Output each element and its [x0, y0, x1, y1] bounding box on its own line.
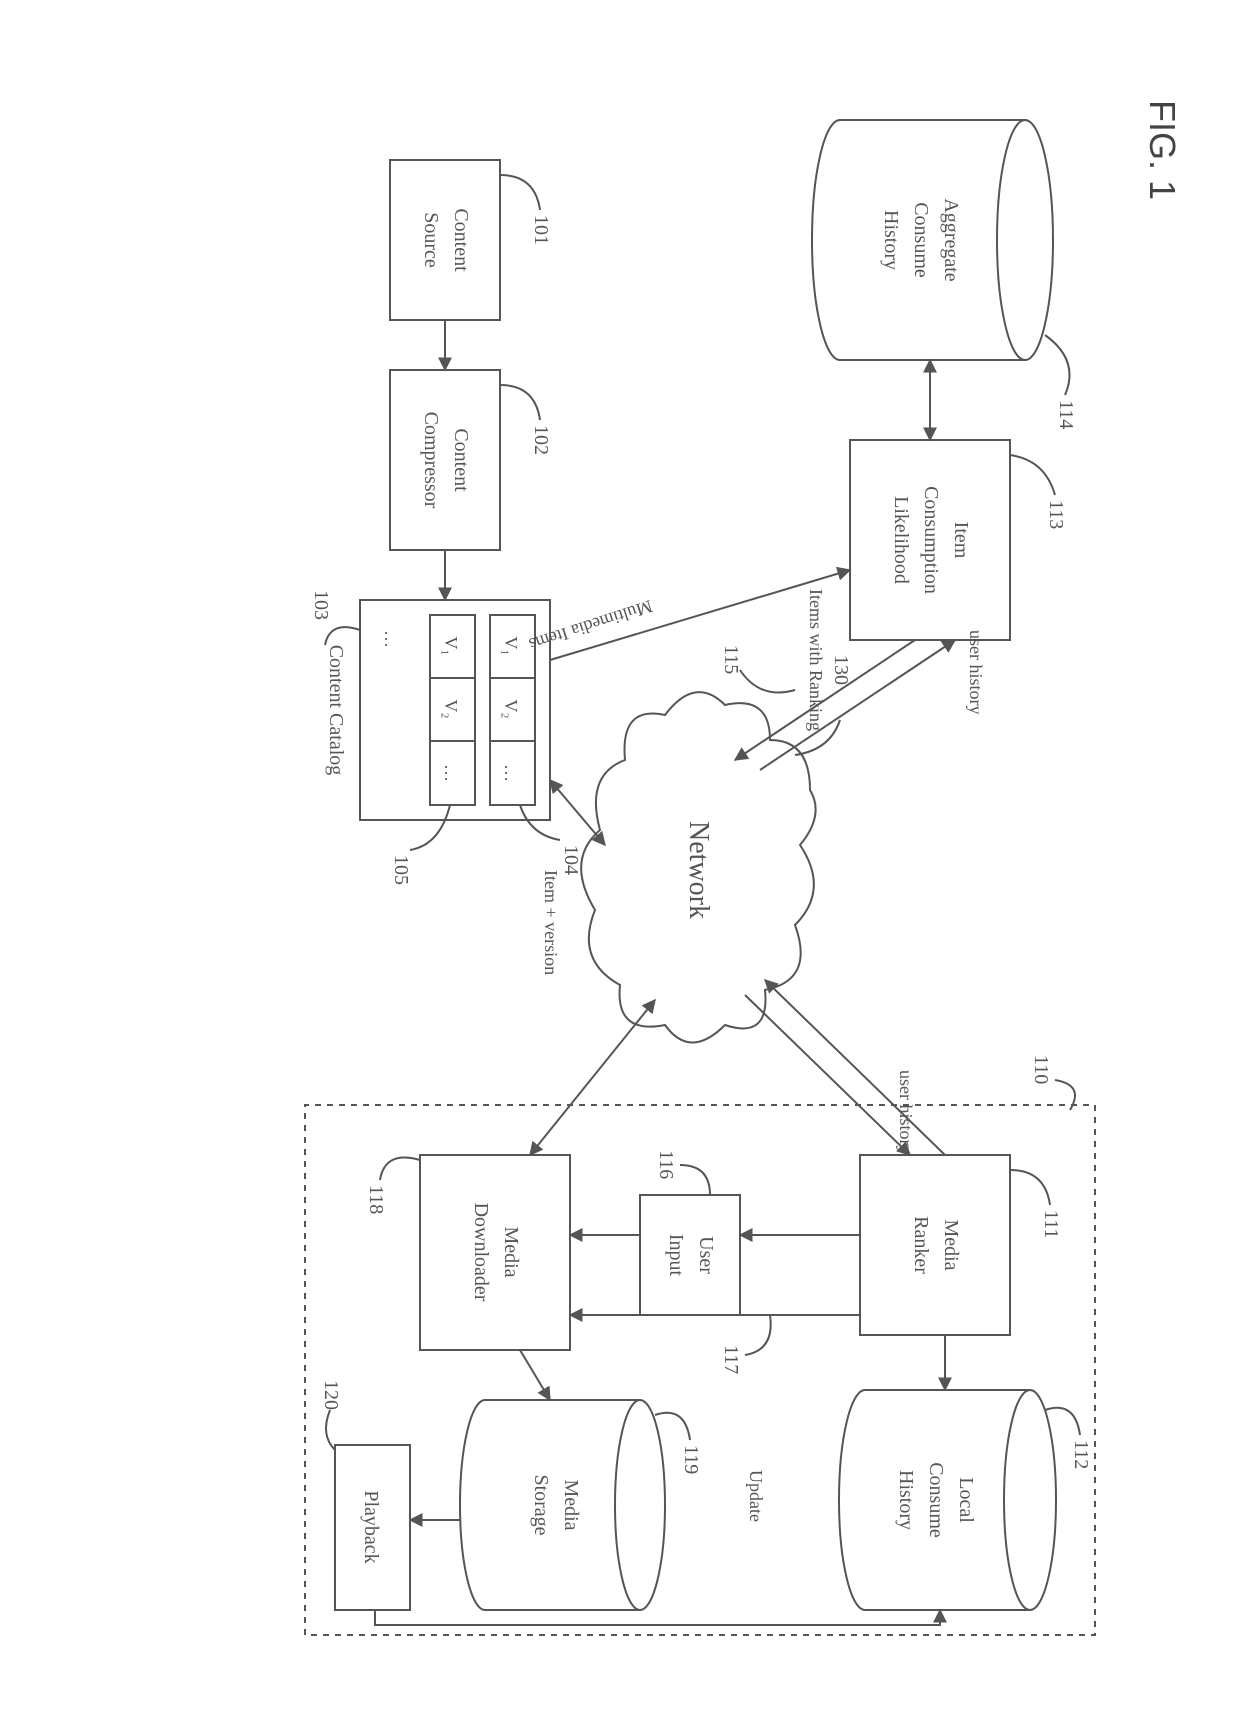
edge-items-with-ranking: Items with Ranking 115	[720, 589, 915, 760]
svg-text:Item + version: Item + version	[541, 870, 561, 975]
svg-text:Consume: Consume	[910, 202, 932, 278]
ref-112: 112	[1070, 1440, 1092, 1469]
svg-text:Input: Input	[665, 1234, 687, 1277]
ref-102: 102	[530, 425, 552, 455]
content-source: Content Source 101	[390, 160, 552, 320]
svg-text:Media: Media	[560, 1479, 582, 1530]
svg-text:Media: Media	[500, 1226, 522, 1277]
svg-text:V₂: V₂	[441, 699, 461, 718]
ref-103: 103	[310, 590, 332, 620]
figure-label: FIG. 1	[1142, 100, 1183, 200]
svg-text:Consumption: Consumption	[920, 486, 942, 594]
svg-text:Multimedia Items: Multimedia Items	[527, 596, 655, 655]
svg-text:user history: user history	[896, 1070, 916, 1155]
diagram-canvas: FIG. 1 Aggregate Consume History 114 Ite…	[0, 0, 1240, 1726]
ref-117: 117	[720, 1345, 742, 1374]
svg-text:Update: Update	[746, 1470, 766, 1522]
ref-119: 119	[680, 1445, 702, 1474]
svg-text:History: History	[895, 1470, 917, 1530]
ref-104: 104	[560, 845, 582, 875]
svg-text:Source: Source	[420, 212, 442, 268]
edge-downloader-storage	[520, 1350, 550, 1400]
media-downloader: Media Downloader 118	[365, 1155, 570, 1350]
edge-multimedia-items: Multimedia Items	[527, 570, 850, 660]
item-consumption-likelihood: Item Consumption Likelihood 113	[850, 440, 1067, 640]
svg-text:User: User	[695, 1236, 717, 1274]
svg-text:Downloader: Downloader	[470, 1203, 492, 1302]
svg-text:Storage: Storage	[530, 1474, 552, 1535]
ref-101: 101	[530, 215, 552, 245]
ref-118: 118	[365, 1185, 387, 1214]
svg-text:History: History	[880, 210, 902, 270]
svg-text:Playback: Playback	[360, 1490, 382, 1563]
svg-text:V₂: V₂	[501, 699, 521, 718]
ref-114: 114	[1055, 400, 1077, 429]
edge-network-downloader	[530, 1000, 655, 1155]
ref-115: 115	[720, 645, 742, 674]
svg-text:Ranker: Ranker	[910, 1216, 932, 1274]
svg-text:Content Catalog: Content Catalog	[325, 645, 347, 776]
svg-text:Content: Content	[450, 428, 472, 492]
svg-text:Compressor: Compressor	[420, 412, 442, 509]
ref-130: 130	[830, 655, 852, 685]
svg-text:Items with Ranking: Items with Ranking	[806, 589, 826, 731]
svg-text:Content: Content	[450, 208, 472, 272]
svg-text:…: …	[381, 630, 401, 648]
ref-120: 120	[320, 1380, 342, 1410]
edge-user-history-left: user history	[760, 630, 986, 770]
local-consume-history: Local Consume History 112	[839, 1390, 1092, 1610]
media-ranker: Media Ranker 111	[860, 1155, 1062, 1335]
svg-text:Media: Media	[940, 1219, 962, 1270]
edge-ranker-downloader: 117	[570, 1315, 860, 1374]
svg-text:Item: Item	[950, 522, 972, 559]
svg-text:V₁: V₁	[501, 636, 521, 655]
svg-text:…: …	[501, 764, 521, 782]
svg-text:Consume: Consume	[925, 1462, 947, 1538]
media-storage: Media Storage 119	[460, 1400, 702, 1610]
svg-text:V₁: V₁	[441, 636, 461, 655]
ref-110: 110	[1030, 1055, 1052, 1084]
ref-113: 113	[1045, 500, 1067, 529]
aggregate-consume-history: Aggregate Consume History 114	[812, 120, 1077, 429]
svg-text:user history: user history	[966, 630, 986, 715]
client-device-box: 110	[305, 1055, 1095, 1635]
svg-text:Local: Local	[955, 1477, 977, 1523]
content-compressor: Content Compressor 102	[390, 370, 552, 550]
edge-network-ranker: user history	[745, 980, 945, 1155]
ref-111: 111	[1040, 1210, 1062, 1239]
ref-105: 105	[390, 855, 412, 885]
playback: Playback 120	[320, 1380, 410, 1610]
svg-text:Aggregate: Aggregate	[940, 198, 962, 281]
svg-text:…: …	[441, 764, 461, 782]
svg-text:Network: Network	[683, 821, 714, 919]
svg-text:Likelihood: Likelihood	[890, 496, 912, 584]
ref-116: 116	[655, 1150, 677, 1179]
user-input: User Input 116	[640, 1150, 740, 1315]
